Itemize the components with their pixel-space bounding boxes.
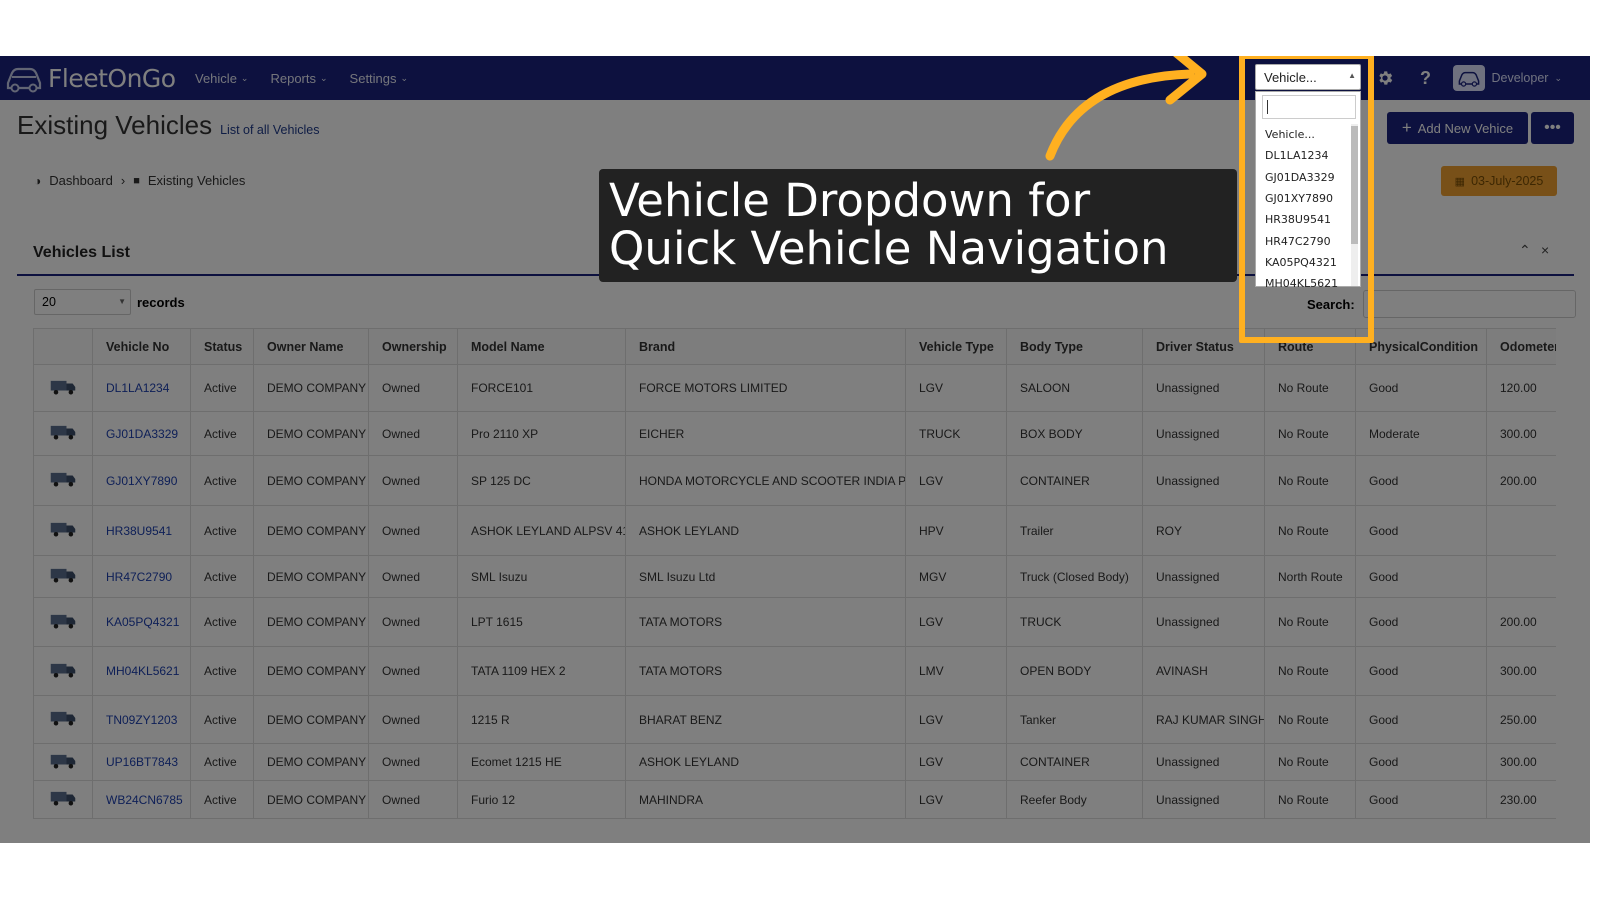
- tutorial-callout: Vehicle Dropdown for Quick Vehicle Navig…: [599, 169, 1237, 282]
- callout-arrow-icon: [1045, 56, 1207, 161]
- highlight-frame: [1239, 56, 1374, 343]
- app-window: FleetOnGo Vehicle ⌄ Reports ⌄ Settings ⌄: [0, 56, 1590, 843]
- callout-line-1: Vehicle Dropdown for: [609, 174, 1091, 227]
- callout-line-2: Quick Vehicle Navigation: [609, 222, 1169, 275]
